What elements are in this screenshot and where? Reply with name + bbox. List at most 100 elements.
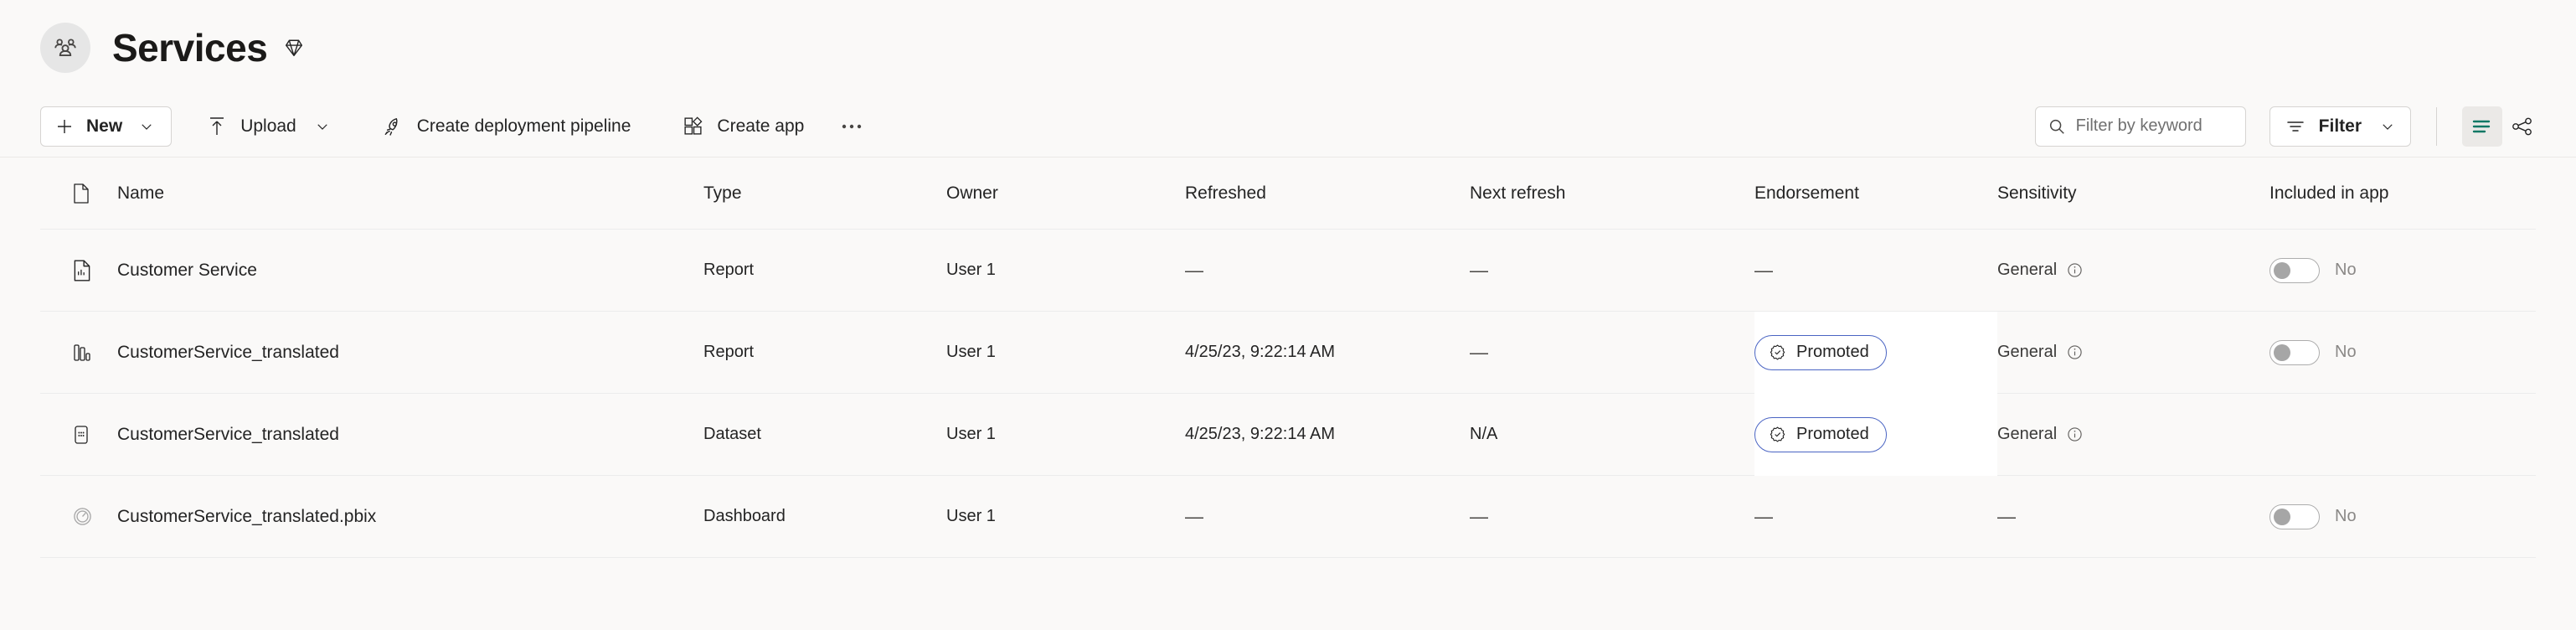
column-header-next-refresh[interactable]: Next refresh (1470, 183, 1754, 204)
toolbar-right-group: Filter (2034, 106, 2543, 147)
item-type: Report (703, 261, 755, 279)
ellipsis-icon (841, 122, 863, 131)
column-header-owner[interactable]: Owner (946, 183, 1185, 204)
endorsement-badge-label: Promoted (1796, 425, 1869, 443)
included-in-app-toggle[interactable] (2269, 339, 2320, 365)
list-view-button[interactable] (2462, 106, 2502, 147)
item-name[interactable]: CustomerService_translated.pbix (117, 507, 703, 527)
item-sensitivity: General (1997, 261, 2269, 280)
upload-arrow-icon (207, 116, 227, 137)
table-row[interactable]: CustomerService_translated Report User 1… (40, 311, 2536, 394)
item-name[interactable]: CustomerService_translated (117, 343, 703, 363)
lineage-view-button[interactable] (2502, 106, 2543, 147)
table-row[interactable]: Customer Service Report User 1 — — — Gen… (40, 230, 2536, 312)
certified-badge-icon (1769, 343, 1786, 361)
column-header-icon[interactable] (40, 183, 117, 204)
item-name[interactable]: CustomerService_translated (117, 425, 703, 445)
column-header-sensitivity[interactable]: Sensitivity (1997, 183, 2269, 204)
item-owner: User 1 (946, 343, 996, 361)
search-input[interactable] (2075, 116, 2233, 136)
table-row[interactable]: CustomerService_translated Dataset User … (40, 393, 2536, 476)
search-box[interactable] (2034, 106, 2246, 147)
create-deployment-pipeline-label: Create deployment pipeline (416, 116, 631, 136)
item-next-refresh: N/A (1470, 425, 1498, 443)
sensitivity-label: General (1997, 425, 2058, 443)
column-header-name[interactable]: Name (117, 183, 703, 204)
dataset-icon (40, 424, 117, 446)
item-type: Report (703, 343, 755, 361)
toggle-knob (2274, 261, 2290, 279)
item-owner: User 1 (946, 425, 996, 443)
document-icon (72, 183, 90, 204)
item-endorsement: Promoted (1754, 393, 1997, 476)
item-endorsement: Promoted (1754, 311, 1997, 394)
upload-button-label: Upload (240, 116, 296, 136)
item-included-in-app: No (2269, 503, 2536, 529)
more-options-button[interactable] (829, 106, 874, 147)
create-app-label: Create app (717, 116, 805, 136)
plus-icon (54, 116, 75, 137)
item-next-refresh: — (1470, 505, 1488, 527)
info-icon[interactable] (2067, 344, 2083, 360)
column-header-included-in-app[interactable]: Included in app (2269, 183, 2536, 204)
item-refreshed: 4/25/23, 9:22:14 AM (1185, 425, 1336, 443)
table-row[interactable]: CustomerService_translated.pbix Dashboar… (40, 476, 2536, 558)
item-included-in-app: No (2269, 339, 2536, 365)
upload-button[interactable]: Upload (190, 106, 347, 147)
toggle-knob (2274, 508, 2290, 525)
item-next-refresh: — (1470, 259, 1488, 281)
diamond-icon (282, 36, 306, 59)
item-refreshed: — (1185, 259, 1203, 281)
info-icon[interactable] (2067, 262, 2083, 278)
new-button[interactable]: New (40, 106, 173, 147)
toolbar: New Upload Create deployment pipeline Cr… (0, 96, 2576, 158)
included-in-app-label: No (2335, 261, 2357, 279)
column-header-endorsement[interactable]: Endorsement (1754, 183, 1997, 204)
filter-button-label: Filter (2318, 116, 2362, 136)
create-app-button[interactable]: Create app (666, 106, 821, 147)
item-owner: User 1 (946, 261, 996, 279)
chevron-down-icon (315, 119, 330, 134)
report-bars-icon (40, 342, 117, 364)
included-in-app-toggle[interactable] (2269, 257, 2320, 283)
page-title: Services (112, 26, 268, 70)
included-in-app-label: No (2335, 507, 2357, 525)
item-refreshed: — (1185, 505, 1203, 527)
toolbar-divider (2436, 106, 2437, 146)
item-endorsement: — (1754, 259, 1773, 281)
toolbar-left-group: New Upload Create deployment pipeline Cr… (40, 106, 874, 147)
column-header-type[interactable]: Type (703, 183, 946, 204)
item-included-in-app: No (2269, 257, 2536, 283)
app-grid-icon (683, 116, 703, 137)
info-icon[interactable] (2067, 426, 2083, 442)
dashboard-gauge-icon (40, 506, 117, 527)
search-icon (2048, 117, 2066, 136)
item-owner: User 1 (946, 507, 996, 525)
table-header-row: Name Type Owner Refreshed Next refresh E… (40, 158, 2536, 230)
new-button-label: New (86, 116, 123, 136)
filter-lines-icon (2285, 118, 2306, 135)
item-sensitivity: — (1997, 505, 2016, 527)
endorsement-badge[interactable]: Promoted (1754, 334, 1887, 370)
column-header-refreshed[interactable]: Refreshed (1185, 183, 1470, 204)
chevron-down-icon (2380, 119, 2395, 134)
endorsement-badge[interactable]: Promoted (1754, 416, 1887, 452)
toggle-knob (2274, 343, 2290, 361)
item-sensitivity: General (1997, 425, 2269, 444)
item-type: Dashboard (703, 507, 786, 525)
items-table: Name Type Owner Refreshed Next refresh E… (0, 158, 2576, 630)
create-deployment-pipeline-button[interactable]: Create deployment pipeline (365, 106, 648, 147)
item-refreshed: 4/25/23, 9:22:14 AM (1185, 343, 1336, 361)
workspace-page: Services New Upload Create deployment pi… (0, 0, 2576, 630)
item-type: Dataset (703, 425, 761, 443)
item-next-refresh: — (1470, 341, 1488, 363)
rocket-icon (382, 116, 404, 137)
item-sensitivity: General (1997, 343, 2269, 362)
item-name[interactable]: Customer Service (117, 261, 703, 281)
workspace-header: Services (0, 0, 2576, 96)
sensitivity-label: General (1997, 261, 2058, 279)
filter-button[interactable]: Filter (2269, 106, 2411, 147)
people-group-icon (40, 23, 90, 73)
included-in-app-toggle[interactable] (2269, 503, 2320, 529)
item-endorsement: — (1754, 505, 1773, 527)
